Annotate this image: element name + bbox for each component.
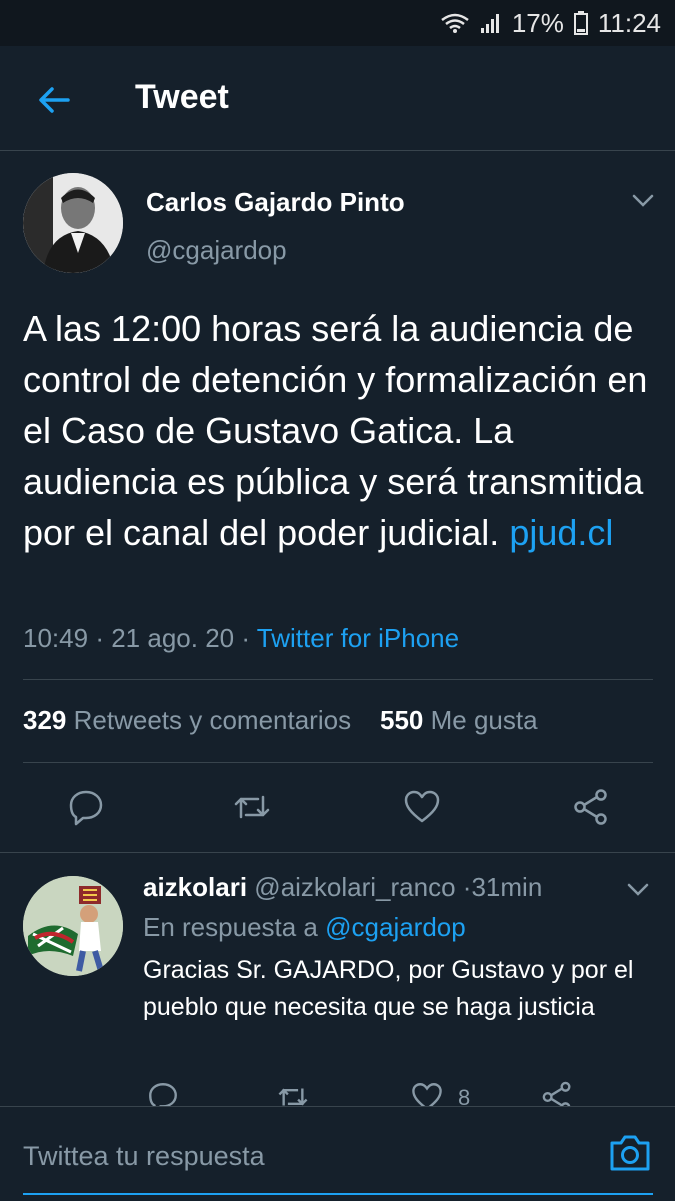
camera-icon[interactable] xyxy=(608,1133,652,1173)
clock: 11:24 xyxy=(597,7,661,38)
share-icon[interactable] xyxy=(540,1080,574,1107)
reply-avatar[interactable] xyxy=(23,876,123,976)
reply-header: aizkolari @aizkolari_ranco ·31min xyxy=(143,872,542,903)
retweet-icon[interactable] xyxy=(276,1080,310,1107)
reply-author-handle[interactable]: @aizkolari_ranco xyxy=(254,872,455,902)
input-underline xyxy=(23,1193,653,1195)
divider xyxy=(23,679,653,680)
reply-icon[interactable] xyxy=(146,1080,180,1107)
tweet-meta: 10:49 · 21 ago. 20 · Twitter for iPhone xyxy=(23,623,459,654)
back-arrow-icon[interactable] xyxy=(34,80,74,120)
chevron-down-icon[interactable] xyxy=(625,880,651,900)
reply-composer[interactable]: Twittea tu respuesta xyxy=(0,1106,675,1201)
battery-icon xyxy=(573,11,588,35)
battery-percent: 17% xyxy=(511,7,564,38)
page-title: Tweet xyxy=(135,78,229,116)
reply-like-count: 8 xyxy=(458,1085,471,1107)
share-icon[interactable] xyxy=(571,787,611,827)
status-bar: 17% 11:24 xyxy=(0,0,675,46)
in-reply-to: En respuesta a @cgajardop xyxy=(143,912,466,943)
divider xyxy=(23,762,653,763)
reply-actions xyxy=(0,1080,675,1107)
heart-icon[interactable] xyxy=(410,1080,444,1107)
heart-icon[interactable] xyxy=(402,787,442,827)
tweet-link[interactable]: pjud.cl xyxy=(509,512,613,553)
retweets-count[interactable]: 329 xyxy=(23,705,66,735)
reply-icon[interactable] xyxy=(66,787,106,827)
likes-label[interactable]: Me gusta xyxy=(431,705,538,735)
tweet-actions xyxy=(0,779,675,839)
reply-tweet[interactable]: aizkolari @aizkolari_ranco ·31min En res… xyxy=(0,852,675,1107)
reply-input[interactable]: Twittea tu respuesta xyxy=(23,1141,265,1172)
tweet-text: A las 12:00 horas será la audiencia de c… xyxy=(23,303,653,558)
reply-author-name[interactable]: aizkolari xyxy=(143,872,247,902)
tweet-source[interactable]: Twitter for iPhone xyxy=(257,623,459,653)
author-handle[interactable]: @cgajardop xyxy=(146,235,287,266)
reply-age: 31min xyxy=(471,872,543,902)
wifi-icon xyxy=(440,12,470,34)
likes-count[interactable]: 550 xyxy=(380,705,423,735)
reply-text: Gracias Sr. GAJARDO, por Gustavo y por e… xyxy=(143,956,634,1021)
meta-dot: · xyxy=(241,623,251,653)
signal-icon xyxy=(480,12,502,34)
in-reply-handle[interactable]: @cgajardop xyxy=(325,912,466,942)
chevron-down-icon[interactable] xyxy=(630,191,656,211)
author-name[interactable]: Carlos Gajardo Pinto xyxy=(146,187,405,218)
retweet-icon[interactable] xyxy=(232,787,272,827)
retweets-label[interactable]: Retweets y comentarios xyxy=(74,705,351,735)
header: Tweet xyxy=(0,46,675,151)
author-avatar[interactable] xyxy=(23,173,123,273)
meta-dot: · xyxy=(95,623,104,653)
in-reply-prefix: En respuesta a xyxy=(143,912,318,942)
tweet-stats: 329 Retweets y comentarios 550 Me gusta xyxy=(23,705,538,736)
tweet-time: 10:49 xyxy=(23,623,89,653)
tweet-date: 21 ago. 20 xyxy=(111,623,235,653)
